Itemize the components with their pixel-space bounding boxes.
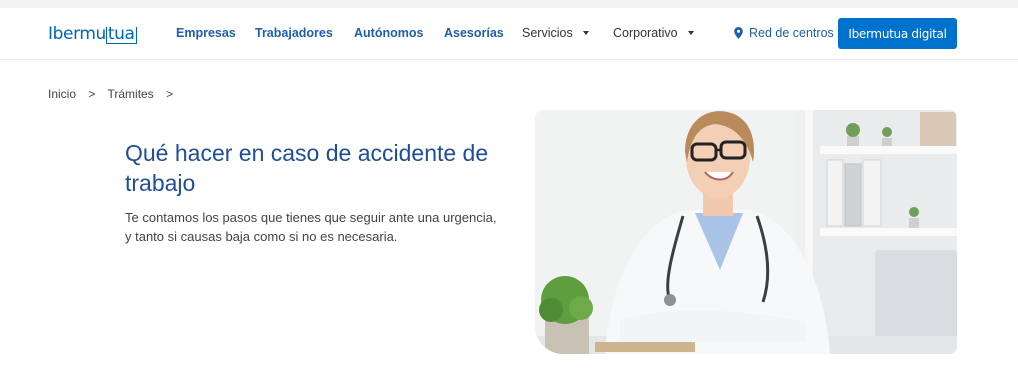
nav-corporativo-dropdown[interactable]: Corporativo <box>613 26 694 40</box>
logo-wordmark: Ibermu tua <box>48 24 137 44</box>
breadcrumb-separator: > <box>88 87 96 101</box>
hero-image-doctor <box>535 110 957 354</box>
chevron-down-icon <box>687 30 694 35</box>
map-pin-icon <box>734 27 743 39</box>
page-title: Qué hacer en caso de accidente de trabaj… <box>125 140 489 196</box>
breadcrumb-separator: > <box>166 87 174 101</box>
main-navbar: Ibermu tua Empresas Trabajadores Autónomo… <box>0 8 1018 60</box>
chevron-down-icon <box>582 30 589 35</box>
nav-servicios-dropdown[interactable]: Servicios <box>522 26 589 40</box>
logo-text-part-a: Ibermu <box>48 24 106 44</box>
nav-empresas[interactable]: Empresas <box>176 26 236 40</box>
page-description: Te contamos los pasos que tienes que seg… <box>125 210 497 244</box>
red-de-centros-label: Red de centros <box>749 26 834 40</box>
nav-corporativo-label: Corporativo <box>613 26 678 40</box>
nav-asesorias[interactable]: Asesorías <box>444 26 504 40</box>
nav-autonomos[interactable]: Autónomos <box>354 26 423 40</box>
breadcrumb: Inicio > Trámites > <box>48 87 182 101</box>
doctor-illustration <box>535 110 957 354</box>
breadcrumb-item-inicio[interactable]: Inicio <box>48 87 76 101</box>
ibermutua-digital-button[interactable]: Ibermutua digital <box>838 18 957 49</box>
breadcrumb-item-tramites[interactable]: Trámites <box>108 87 154 101</box>
red-de-centros-link[interactable]: Red de centros <box>734 26 834 40</box>
ibermutua-logo[interactable]: Ibermu tua <box>48 22 137 46</box>
top-strip <box>0 0 1018 8</box>
logo-text-part-b: tua <box>105 24 137 44</box>
nav-trabajadores[interactable]: Trabajadores <box>255 26 333 40</box>
nav-servicios-label: Servicios <box>522 26 573 40</box>
